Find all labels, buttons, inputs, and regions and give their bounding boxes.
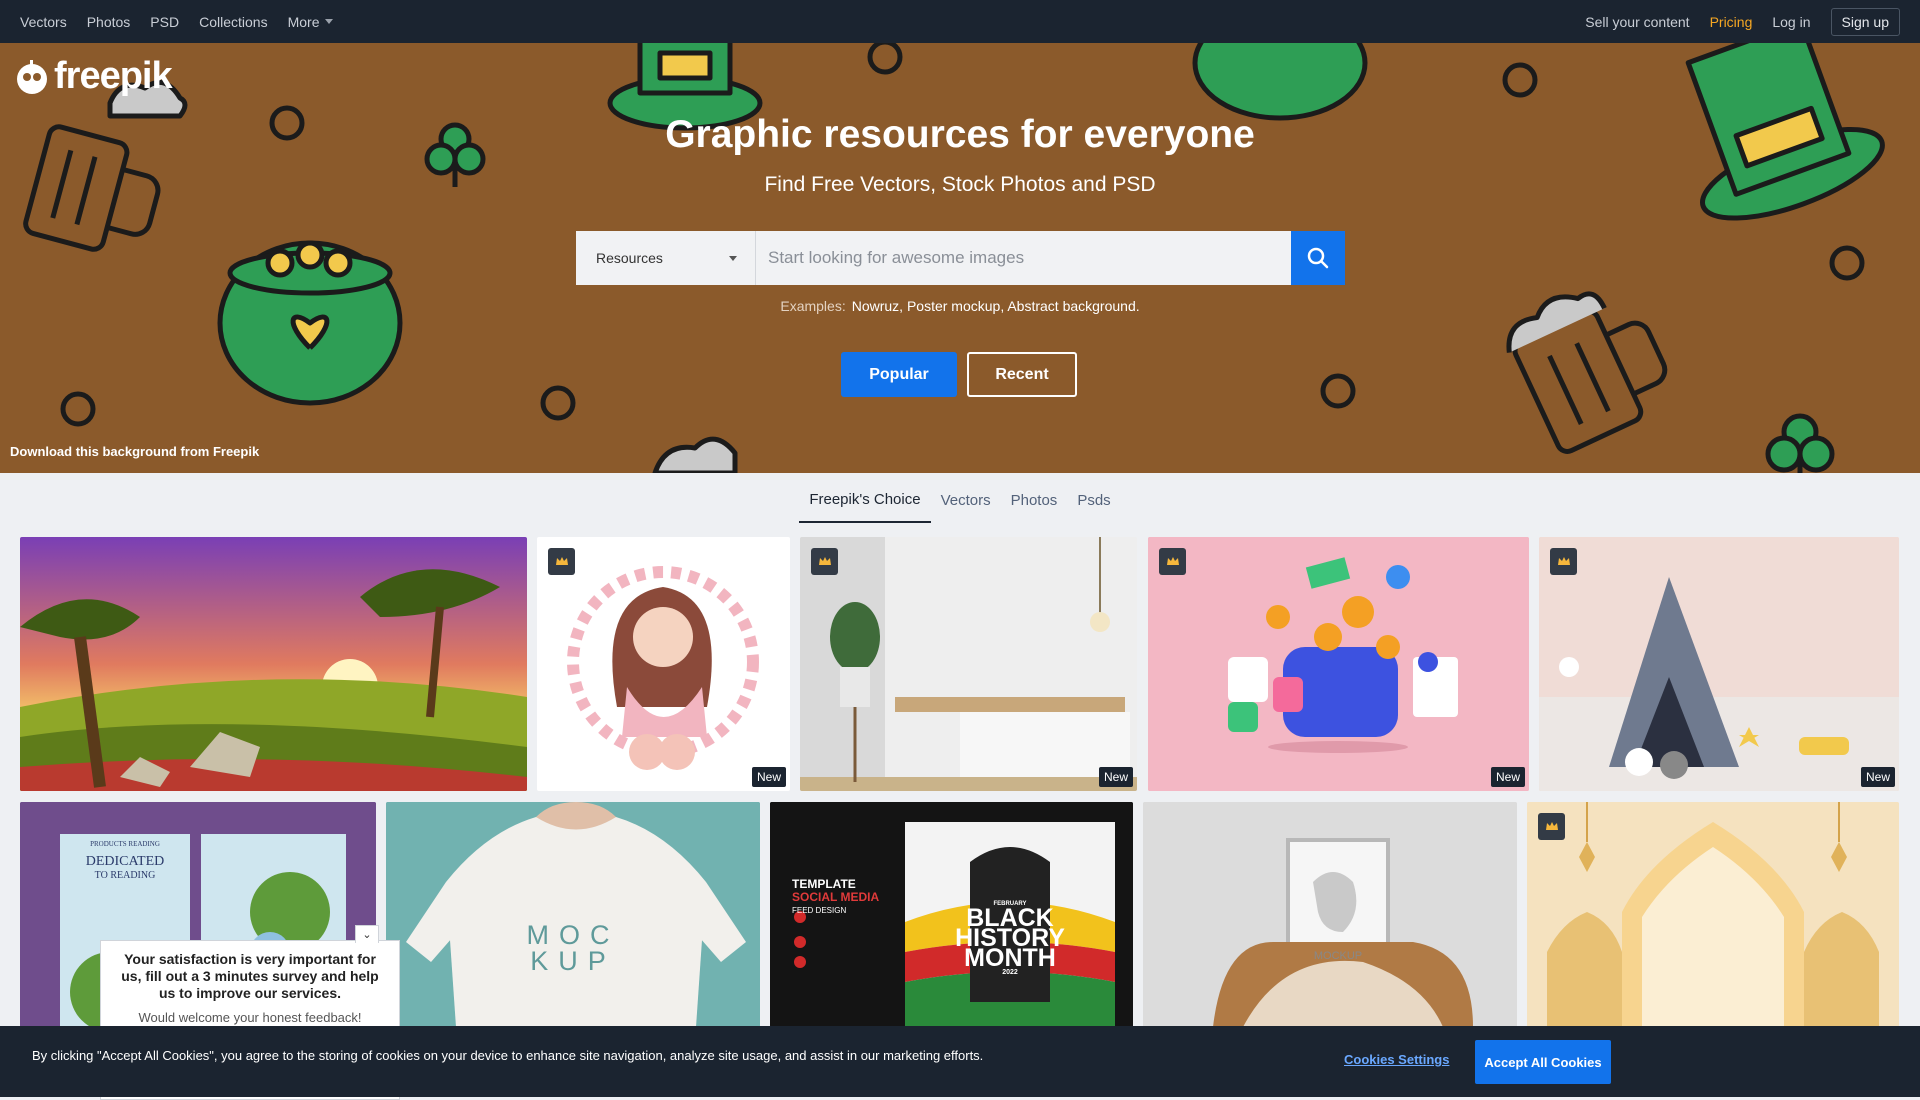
cookie-banner: By clicking "Accept All Cookies", you ag…: [0, 1026, 1920, 1097]
tshirt-mockup-text: MOC KUP: [386, 920, 760, 976]
search-button[interactable]: [1291, 231, 1345, 285]
nav-more[interactable]: More: [288, 14, 334, 30]
examples-links[interactable]: Nowruz, Poster mockup, Abstract backgrou…: [852, 298, 1140, 314]
hero-title: Graphic resources for everyone: [665, 113, 1255, 156]
book-cover-text: PRODUCTS READING DEDICATED TO READING: [60, 840, 190, 881]
tab-psds[interactable]: Psds: [1067, 478, 1120, 523]
hero-buttons: Popular Recent: [841, 352, 1077, 397]
premium-crown-icon: [1159, 548, 1186, 575]
cookie-text: By clicking "Accept All Cookies", you ag…: [32, 1048, 984, 1063]
survey-collapse-button[interactable]: ⌄: [355, 925, 379, 943]
book-subtitle: TO READING: [94, 870, 156, 881]
tab-freepiks-choice[interactable]: Freepik's Choice: [799, 477, 931, 523]
hero-subtitle: Find Free Vectors, Stock Photos and PSD: [764, 173, 1156, 196]
tab-vectors[interactable]: Vectors: [931, 478, 1001, 523]
new-badge: New: [1098, 767, 1133, 787]
nav-psd[interactable]: PSD: [150, 14, 179, 30]
nav-collections[interactable]: Collections: [199, 14, 267, 30]
premium-crown-icon: [1550, 548, 1577, 575]
mockup-text-1: MOC: [526, 920, 620, 950]
new-badge: New: [1490, 767, 1525, 787]
mother-baby-illustration: [567, 566, 759, 770]
freepik-logo-icon: [17, 59, 47, 94]
new-badge: New: [1860, 767, 1895, 787]
nav-vectors[interactable]: Vectors: [20, 14, 67, 30]
background-credit-link[interactable]: Download this background from Freepik: [10, 444, 259, 459]
premium-crown-icon: [548, 548, 575, 575]
poster-left-text: TEMPLATE SOCIAL MEDIA FEED DESIGN: [792, 878, 879, 917]
search-input[interactable]: [755, 231, 1291, 285]
gallery-item-ramadan-arch[interactable]: [1527, 802, 1899, 1027]
search-bar: Resources: [576, 231, 1345, 285]
freepik-logo[interactable]: freepik: [14, 55, 173, 98]
chevron-down-icon: [325, 19, 334, 24]
login-link[interactable]: Log in: [1772, 14, 1810, 30]
logo-text: freepik: [54, 55, 173, 97]
savanna-illustration: [20, 537, 527, 791]
gallery-item-frame-mockup[interactable]: MOCKUP: [1143, 802, 1517, 1027]
premium-crown-icon: [811, 548, 838, 575]
chevron-down-icon: ⌄: [362, 929, 372, 941]
nav-more-label: More: [287, 13, 320, 30]
gallery-item-savanna[interactable]: [20, 537, 527, 791]
survey-message: Your satisfaction is very important for …: [121, 951, 379, 1001]
nav-left: Vectors Photos PSD Collections More: [20, 14, 353, 30]
gallery-item-tshirt-mockup[interactable]: MOC KUP: [386, 802, 760, 1027]
ramadan-arch-illustration: [1527, 802, 1899, 1027]
gallery-item-interior[interactable]: New: [800, 537, 1137, 791]
recent-button[interactable]: Recent: [967, 352, 1077, 397]
poster-title: FEBRUARY BLACK HISTORY MONTH 2022: [905, 900, 1115, 978]
content-tabs: Freepik's Choice Vectors Photos Psds: [0, 473, 1920, 527]
book-title: DEDICATED: [85, 854, 165, 869]
search-icon: [1307, 247, 1329, 269]
tab-photos[interactable]: Photos: [1001, 478, 1068, 523]
poster-social: SOCIAL MEDIA: [792, 890, 880, 904]
frame-mockup-photo: [1143, 802, 1517, 1027]
cookies-settings-link[interactable]: Cookies Settings: [1344, 1052, 1449, 1067]
book-author: PRODUCTS READING: [90, 840, 160, 848]
resource-type-label: Resources: [596, 250, 663, 266]
chevron-down-icon: [729, 256, 737, 261]
crypto-wallet-illustration: [1148, 537, 1529, 791]
gallery-item-kids-room[interactable]: New: [1539, 537, 1899, 791]
nav-photos[interactable]: Photos: [87, 14, 131, 30]
pricing-link[interactable]: Pricing: [1710, 14, 1753, 30]
kids-room-illustration: [1539, 537, 1899, 791]
gallery-item-crypto-wallet[interactable]: New: [1148, 537, 1529, 791]
mockup-text-2: KUP: [530, 946, 616, 976]
poster-mo: MONTH: [964, 944, 1056, 972]
top-nav: Vectors Photos PSD Collections More Sell…: [0, 0, 1920, 43]
resource-type-select[interactable]: Resources: [576, 231, 755, 285]
popular-button[interactable]: Popular: [841, 352, 957, 397]
poster-year: 2022: [1002, 969, 1018, 976]
poster-feed: FEED DESIGN: [792, 906, 847, 915]
nav-right: Sell your content Pricing Log in Sign up: [1585, 7, 1900, 36]
frame-mockup-text: MOCKUP: [1313, 950, 1363, 962]
hero-banner: freepik Graphic resources for everyone F…: [0, 43, 1920, 473]
signup-button[interactable]: Sign up: [1830, 7, 1900, 36]
examples-label: Examples:: [780, 298, 846, 314]
premium-crown-icon: [1538, 813, 1565, 840]
gallery-item-mother-baby[interactable]: New: [537, 537, 790, 791]
search-examples: Examples: Nowruz, Poster mockup, Abstract…: [0, 298, 1920, 314]
new-badge: New: [751, 767, 786, 787]
gallery-item-black-history-poster[interactable]: TEMPLATE SOCIAL MEDIA FEED DESIGN FEBRUA…: [770, 802, 1133, 1027]
sell-content-link[interactable]: Sell your content: [1585, 14, 1689, 30]
tshirt-mockup-photo: [386, 802, 760, 1027]
interior-photo: [800, 537, 1137, 791]
survey-subtext: Would welcome your honest feedback!: [138, 1010, 362, 1025]
accept-cookies-button[interactable]: Accept All Cookies: [1475, 1040, 1611, 1084]
